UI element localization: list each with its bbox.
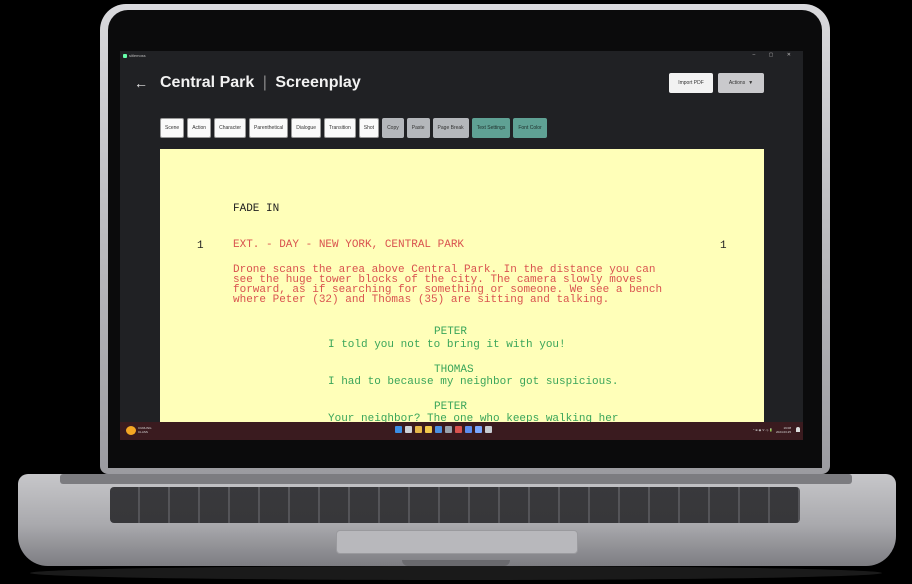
action-block[interactable]: Drone scans the area above Central Park.… bbox=[233, 265, 733, 306]
chrome-icon[interactable] bbox=[415, 426, 422, 433]
scene-number-left: 1 bbox=[197, 240, 204, 252]
app-icon bbox=[123, 54, 127, 58]
laptop-trackpad bbox=[336, 530, 578, 554]
screenplay-editor[interactable]: FADE IN 1 EXT. - DAY - NEW YORK, CENTRAL… bbox=[160, 149, 764, 423]
app-icon-red[interactable] bbox=[455, 426, 462, 433]
store-icon[interactable] bbox=[435, 426, 442, 433]
actions-label: Actions bbox=[728, 80, 746, 86]
project-title: Central Park bbox=[160, 74, 255, 91]
character-cue[interactable]: PETER bbox=[434, 402, 467, 413]
window-controls[interactable]: – ▢ ✕ bbox=[753, 52, 797, 58]
font-color-button[interactable]: Font Color bbox=[513, 118, 547, 138]
system-tray[interactable]: ^ ⊕ ◉ ᯤ ⌂) 🔋 bbox=[753, 428, 773, 432]
search-icon[interactable] bbox=[405, 426, 412, 433]
page-break-button[interactable]: Page Break bbox=[432, 118, 469, 138]
laptop-hinge bbox=[60, 474, 852, 484]
clock[interactable]: 19:08 2024.03.25 bbox=[776, 426, 791, 434]
document-type: Screenplay bbox=[275, 74, 361, 91]
format-toolbar: Scene Action Character Parenthetical Dia… bbox=[160, 118, 547, 138]
parenthetical-button[interactable]: Parenthetical bbox=[249, 118, 289, 138]
dialogue-line[interactable]: I told you not to bring it with you! bbox=[328, 340, 566, 351]
app-icon-grey[interactable] bbox=[485, 426, 492, 433]
weather-line-2: CLASS bbox=[138, 430, 148, 434]
clock-date: 2024.03.25 bbox=[775, 430, 791, 434]
terminal-icon[interactable] bbox=[445, 426, 452, 433]
action-button[interactable]: Action bbox=[187, 118, 212, 138]
app-icon-blue[interactable] bbox=[475, 426, 482, 433]
vscode-icon[interactable] bbox=[465, 426, 472, 433]
copy-button[interactable]: Copy bbox=[382, 118, 404, 138]
title-separator: | bbox=[262, 74, 267, 91]
laptop-shadow bbox=[30, 566, 882, 580]
page-title: Central Park | Screenplay bbox=[160, 74, 361, 92]
back-arrow-icon[interactable]: ← bbox=[134, 75, 148, 91]
dialogue-button[interactable]: Dialogue bbox=[291, 118, 321, 138]
weather-icon[interactable] bbox=[126, 426, 136, 435]
windows-start-icon[interactable] bbox=[395, 426, 402, 433]
scene-heading[interactable]: EXT. - DAY - NEW YORK, CENTRAL PARK bbox=[233, 240, 464, 251]
window-title: sitlemoss bbox=[129, 53, 146, 58]
laptop-chin bbox=[108, 440, 822, 468]
shot-button[interactable]: Shot bbox=[358, 118, 380, 138]
import-pdf-button[interactable]: Import PDF bbox=[669, 73, 713, 93]
actions-dropdown-button[interactable]: Actions ▼ bbox=[718, 73, 764, 93]
weather-widget[interactable]: CURLING CLASS bbox=[138, 426, 152, 434]
os-taskbar: CURLING CLASS ^ ⊕ ◉ ᯤ ⌂) 🔋 19:08 2024.03… bbox=[120, 422, 803, 440]
dialogue-line[interactable]: I had to because my neighbor got suspici… bbox=[328, 377, 618, 388]
character-button[interactable]: Character bbox=[214, 118, 247, 138]
chevron-down-icon: ▼ bbox=[748, 80, 754, 86]
character-cue[interactable]: THOMAS bbox=[434, 365, 474, 376]
notification-bell-icon[interactable] bbox=[796, 427, 800, 432]
transition-line[interactable]: FADE IN bbox=[233, 204, 279, 215]
transition-button[interactable]: Transition bbox=[323, 118, 356, 138]
character-cue[interactable]: PETER bbox=[434, 327, 467, 338]
taskbar-apps bbox=[395, 426, 492, 433]
file-explorer-icon[interactable] bbox=[425, 426, 432, 433]
app-screen: sitlemoss – ▢ ✕ ← Central Park | Screenp… bbox=[120, 51, 803, 440]
paste-button[interactable]: Paste bbox=[406, 118, 430, 138]
scene-number-right: 1 bbox=[720, 240, 727, 252]
laptop-keyboard bbox=[110, 487, 800, 523]
text-settings-button[interactable]: Text Settings bbox=[471, 118, 511, 138]
window-titlebar: sitlemoss – ▢ ✕ bbox=[120, 51, 803, 61]
scene-button[interactable]: Scene bbox=[160, 118, 185, 138]
import-pdf-label: Import PDF bbox=[678, 80, 704, 86]
laptop-notch bbox=[402, 560, 510, 566]
